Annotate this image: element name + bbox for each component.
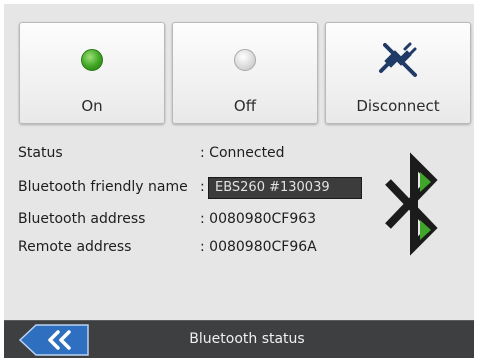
bluetooth-address-value: : 0080980CF963 [200,211,317,227]
friendly-name-label: Bluetooth friendly name [18,179,188,195]
bluetooth-status-screen: On Off Disconnect Status : Connected Blu… [4,4,474,358]
on-button-label: On [81,97,103,115]
off-button-label: Off [233,97,257,115]
bluetooth-address-label: Bluetooth address [18,211,146,227]
bottom-bar: Bluetooth status [4,320,474,358]
bluetooth-icon [385,152,438,256]
on-button[interactable]: On [19,22,165,124]
status-label: Status [18,145,63,161]
led-off-icon [234,49,256,71]
friendly-name-field[interactable]: EBS260 #130039 [208,177,362,199]
off-button[interactable]: Off [172,22,318,124]
disconnect-button[interactable]: Disconnect [325,22,471,124]
status-value: : Connected [200,145,285,161]
remote-address-label: Remote address [18,239,132,255]
disconnect-button-label: Disconnect [356,97,440,115]
disconnect-plug-icon [379,42,417,77]
led-on-icon [81,49,103,71]
friendly-name-separator: : [200,179,205,195]
remote-address-value: : 0080980CF96A [200,239,317,255]
page-title: Bluetooth status [189,331,305,347]
